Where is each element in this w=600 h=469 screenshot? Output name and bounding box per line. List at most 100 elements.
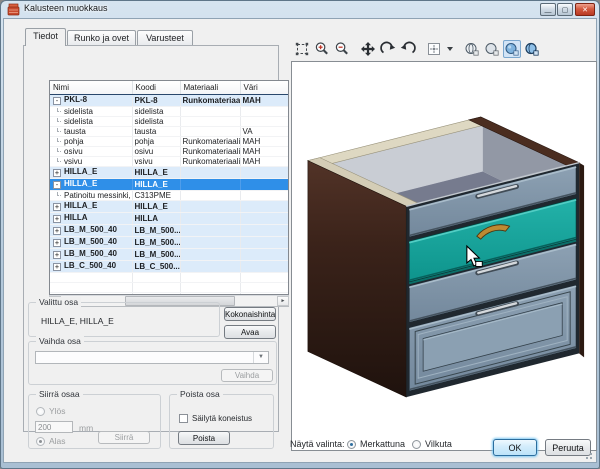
render-wireframe-icon: [464, 41, 480, 57]
total-price-button[interactable]: Kokonaishinta: [224, 307, 276, 321]
minimize-button[interactable]: —: [540, 3, 556, 16]
table-row[interactable]: sidelistasidelista: [50, 106, 288, 116]
show-selection-label: Näytä valinta:: [290, 439, 345, 449]
column-header-materiaali[interactable]: Materiaali: [180, 81, 240, 94]
maximize-button[interactable]: ▢: [557, 3, 573, 16]
tree-tick-icon: [57, 158, 61, 162]
zoom-window-button[interactable]: [293, 40, 311, 58]
change-button[interactable]: Vaihda: [221, 369, 273, 382]
render-shaded-edges-button[interactable]: [523, 40, 541, 58]
minimize-icon: —: [545, 9, 552, 16]
parts-tree-table[interactable]: Nimi Koodi Materiaali Väri -PKL-8PKL-8Ru…: [49, 80, 289, 295]
tree-expander[interactable]: -: [53, 97, 61, 105]
table-header-row: Nimi Koodi Materiaali Väri: [50, 81, 288, 94]
table-row[interactable]: +LB_M_500_40LB_M_500...: [50, 248, 288, 260]
table-row-selected[interactable]: -HILLA_EHILLA_E: [50, 178, 288, 190]
tree-expander[interactable]: +: [53, 203, 61, 211]
pan-icon: [360, 41, 376, 57]
table-row[interactable]: pohjapohjaRunkomateriaalitMAH: [50, 136, 288, 146]
tree-expander[interactable]: +: [53, 169, 61, 177]
zoom-in-icon: [314, 41, 330, 57]
zoom-out-icon: [334, 41, 350, 57]
radio-down[interactable]: [36, 437, 45, 446]
tree-expander[interactable]: -: [53, 181, 61, 189]
keep-machining-label: Säilytä koneistus: [192, 414, 252, 423]
viewport-3d[interactable]: [291, 61, 597, 451]
rotate-ccw-button[interactable]: [399, 40, 417, 58]
rotate-cw-icon: [380, 41, 396, 57]
table-row[interactable]: +LB_C_500_40LB_C_500...: [50, 260, 288, 272]
tree-expander[interactable]: +: [53, 263, 61, 271]
render-shaded-edges-icon: [524, 41, 540, 57]
close-button[interactable]: ✕: [575, 3, 595, 16]
ok-button[interactable]: OK: [493, 439, 537, 456]
radio-marked[interactable]: [347, 440, 356, 449]
change-part-label: Vaihda osa: [36, 336, 84, 346]
render-hidden-line-button[interactable]: [483, 40, 501, 58]
table-row[interactable]: +HILLA_EHILLA_E: [50, 200, 288, 212]
rotate-cw-button[interactable]: [379, 40, 397, 58]
chevron-down-icon[interactable]: ▼: [253, 352, 268, 363]
tree-expander[interactable]: +: [53, 251, 61, 259]
open-button[interactable]: Avaa: [224, 325, 276, 339]
column-header-koodi[interactable]: Koodi: [132, 81, 180, 94]
viewport-toolbar: [293, 40, 541, 58]
column-header-vari[interactable]: Väri: [240, 81, 288, 94]
unit-label: mm: [79, 423, 93, 433]
delete-part-label: Poista osa: [177, 389, 223, 399]
render-shaded-icon: [504, 41, 520, 57]
zoom-window-icon: [294, 41, 310, 57]
tab-tiedot[interactable]: Tiedot: [25, 28, 66, 46]
selected-part-label: Valittu osa: [36, 297, 81, 307]
tab-page-tiedot: Nimi Koodi Materiaali Väri -PKL-8PKL-8Ru…: [23, 45, 279, 432]
table-row[interactable]: taustataustaVA: [50, 126, 288, 136]
window-title: Kalusteen muokkaus: [24, 3, 108, 13]
table-row[interactable]: osivuosivuRunkomateriaalitMAH: [50, 146, 288, 156]
zoom-out-button[interactable]: [333, 40, 351, 58]
table-row-empty: [50, 272, 288, 282]
scroll-right-button[interactable]: ►: [277, 296, 289, 306]
selected-part-value: HILLA_E, HILLA_E: [41, 316, 114, 326]
radio-blink[interactable]: [412, 440, 421, 449]
table-row[interactable]: sidelistasidelista: [50, 116, 288, 126]
rotate-ccw-icon: [400, 41, 416, 57]
table-row[interactable]: +HILLAHILLA: [50, 212, 288, 224]
zoom-in-button[interactable]: [313, 40, 331, 58]
radio-up[interactable]: [36, 407, 45, 416]
move-button[interactable]: Siirrä: [98, 431, 150, 444]
keep-machining-checkbox[interactable]: [179, 414, 188, 423]
distance-input[interactable]: [35, 421, 73, 433]
resize-grip[interactable]: [583, 450, 592, 459]
tree-tick-icon: [57, 192, 61, 196]
furniture-edit-dialog: Kalusteen muokkaus — ▢ ✕ Tiedot Runko ja…: [0, 0, 600, 469]
table-row[interactable]: vsivuvsivuRunkomateriaalitMAH: [50, 156, 288, 166]
pan-button[interactable]: [359, 40, 377, 58]
tree-tick-icon: [57, 148, 61, 152]
tree-expander[interactable]: +: [53, 239, 61, 247]
delete-button[interactable]: Poista: [178, 431, 230, 445]
column-header-nimi[interactable]: Nimi: [50, 81, 132, 94]
tree-tick-icon: [57, 128, 61, 132]
render-shaded-button[interactable]: [503, 40, 521, 58]
table-row[interactable]: +LB_M_500_40LB_M_500...: [50, 236, 288, 248]
tree-tick-icon: [57, 108, 61, 112]
move-part-label: Siirrä osaa: [36, 389, 83, 399]
view-options-icon: [426, 41, 442, 57]
table-row[interactable]: -PKL-8PKL-8RunkomateriaalitMAH: [50, 94, 288, 106]
change-part-combobox[interactable]: ▼: [35, 351, 269, 364]
maximize-icon: ▢: [562, 6, 569, 14]
titlebar[interactable]: Kalusteen muokkaus — ▢ ✕: [0, 0, 600, 18]
table-row[interactable]: +HILLA_EHILLA_E: [50, 166, 288, 178]
table-row[interactable]: +LB_M_500_40LB_M_500...: [50, 224, 288, 236]
view-options-button[interactable]: [425, 40, 443, 58]
render-hidden-line-icon: [484, 41, 500, 57]
app-icon: [7, 3, 20, 16]
dialog-client-area: Tiedot Runko ja ovet Varusteet Nimi Kood…: [3, 18, 597, 463]
tab-runko-ja-ovet[interactable]: Runko ja ovet: [67, 30, 136, 46]
tree-expander[interactable]: +: [53, 227, 61, 235]
render-wireframe-button[interactable]: [463, 40, 481, 58]
tree-expander[interactable]: +: [53, 215, 61, 223]
tab-varusteet[interactable]: Varusteet: [137, 30, 193, 46]
table-row[interactable]: Patinoitu messinki, 96mmC313PME: [50, 190, 288, 200]
view-options-dropdown[interactable]: [445, 40, 455, 58]
